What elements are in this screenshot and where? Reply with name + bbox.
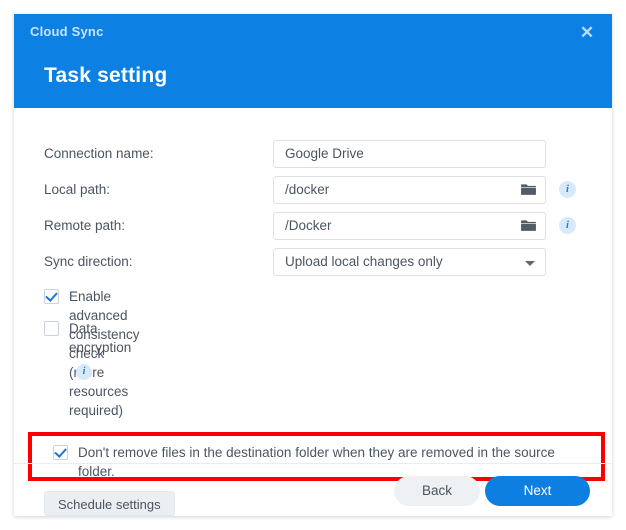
form-row-local-path: Local path: /docker i [14,176,612,204]
checkbox-advanced-consistency[interactable] [44,289,59,304]
connection-name-value: Google Drive [285,146,364,161]
next-button[interactable]: Next [485,476,590,506]
label-connection-name: Connection name: [44,146,154,161]
local-path-input[interactable]: /docker [273,176,546,204]
form-row-sync-direction: Sync direction: Upload local changes onl… [14,248,612,276]
cloud-sync-dialog: Cloud Sync ✕ Task setting Connection nam… [14,14,612,516]
data-encryption-text: Data encryption [69,321,132,355]
folder-icon[interactable] [521,219,536,232]
dialog-body: Connection name: Google Drive Local path… [14,108,612,516]
form-row-remote-path: Remote path: /Docker i [14,212,612,240]
sync-direction-select[interactable]: Upload local changes only [273,248,546,276]
local-path-info-icon[interactable]: i [559,181,576,198]
back-button[interactable]: Back [394,476,480,506]
label-remote-path: Remote path: [44,218,126,233]
window-title: Cloud Sync [30,24,104,39]
remote-path-info-icon[interactable]: i [559,217,576,234]
dialog-header: Cloud Sync ✕ Task setting [14,14,612,108]
folder-icon[interactable] [521,183,536,196]
dialog-footer: Back Next [14,463,612,516]
page-title: Task setting [44,64,168,87]
checkbox-dont-remove-files[interactable] [53,445,68,460]
chevron-down-icon[interactable] [525,261,535,266]
label-sync-direction: Sync direction: [44,254,133,269]
connection-name-input[interactable]: Google Drive [273,140,546,168]
remote-path-input[interactable]: /Docker [273,212,546,240]
label-local-path: Local path: [44,182,111,197]
remote-path-value: /Docker [285,218,332,233]
form-row-connection-name: Connection name: Google Drive [14,140,612,168]
checkbox-label-data-encryption: Data encryption i [69,319,131,380]
close-icon[interactable]: ✕ [574,20,600,46]
sync-direction-value: Upload local changes only [285,254,443,269]
data-encryption-info-icon[interactable]: i [76,364,92,380]
local-path-value: /docker [285,182,330,197]
checkbox-data-encryption[interactable] [44,321,59,336]
